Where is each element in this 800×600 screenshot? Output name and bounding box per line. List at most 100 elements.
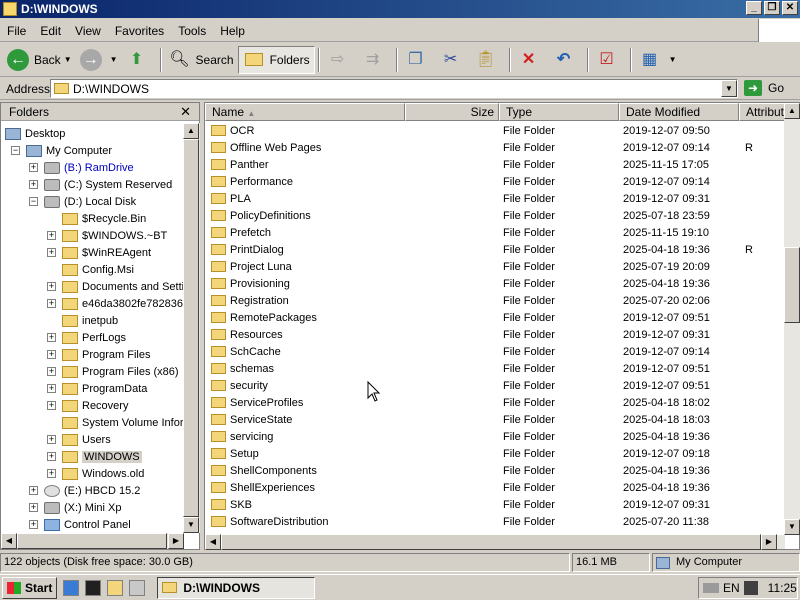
- tree-item[interactable]: + (B:) RamDrive: [29, 159, 134, 176]
- copy-button[interactable]: ❐: [401, 46, 436, 74]
- file-row[interactable]: Registration File Folder 2025-07-20 02:06: [205, 292, 785, 309]
- tree-item[interactable]: + Program Files: [47, 346, 150, 363]
- search-button[interactable]: 🔍︎ Search: [165, 46, 238, 74]
- tree-item[interactable]: + (X:) Mini Xp: [29, 499, 121, 516]
- up-folder-button[interactable]: ⬆: [122, 46, 157, 74]
- forward-dropdown-icon[interactable]: ▼: [110, 55, 118, 64]
- scroll-up-button[interactable]: ▲: [784, 103, 800, 119]
- delete-button[interactable]: ✕: [514, 46, 549, 74]
- scroll-right-button[interactable]: ▶: [761, 534, 777, 550]
- expand-button[interactable]: +: [29, 486, 38, 495]
- tree-item[interactable]: + (C:) System Reserved: [29, 176, 172, 193]
- file-row[interactable]: Provisioning File Folder 2025-04-18 19:36: [205, 275, 785, 292]
- tree-item[interactable]: − (D:) Local Disk: [29, 193, 136, 210]
- file-row[interactable]: servicing File Folder 2025-04-18 19:36: [205, 428, 785, 445]
- address-dropdown-button[interactable]: ▼: [721, 80, 737, 97]
- file-row[interactable]: ServiceState File Folder 2025-04-18 18:03: [205, 411, 785, 428]
- tree-item[interactable]: Config.Msi: [47, 261, 134, 278]
- properties-button[interactable]: ☑: [592, 46, 627, 74]
- menu-tools[interactable]: Tools: [171, 24, 213, 38]
- file-list-vertical-scrollbar[interactable]: ▲ ▼: [784, 103, 800, 535]
- tree-item[interactable]: + Control Panel: [29, 516, 131, 533]
- tree-item[interactable]: + WINDOWS: [47, 448, 142, 465]
- forward-button[interactable]: → ▼: [76, 46, 122, 74]
- tree-item[interactable]: Desktop: [5, 125, 65, 142]
- file-row[interactable]: Prefetch File Folder 2025-11-15 19:10: [205, 224, 785, 241]
- file-row[interactable]: SoftwareDistribution File Folder 2025-07-2…: [205, 513, 785, 530]
- expand-button[interactable]: +: [47, 401, 56, 410]
- expand-button[interactable]: +: [47, 384, 56, 393]
- scroll-thumb[interactable]: [221, 534, 761, 550]
- file-row[interactable]: PolicyDefinitions File Folder 2025-07-18 2…: [205, 207, 785, 224]
- network-icon[interactable]: [743, 581, 758, 595]
- tree-item[interactable]: + Users: [47, 431, 111, 448]
- file-row[interactable]: OCR File Folder 2019-12-07 09:50: [205, 122, 785, 139]
- file-row[interactable]: ShellComponents File Folder 2025-04-18 19:…: [205, 462, 785, 479]
- file-row[interactable]: Resources File Folder 2019-12-07 09:31: [205, 326, 785, 343]
- tree-item[interactable]: + Recovery: [47, 397, 128, 414]
- column-header-size[interactable]: Size: [405, 103, 499, 121]
- column-header-name[interactable]: Name ▲: [205, 103, 405, 121]
- tree-item[interactable]: + Program Files (x86): [47, 363, 179, 380]
- file-row[interactable]: Setup File Folder 2019-12-07 09:18: [205, 445, 785, 462]
- menu-help[interactable]: Help: [213, 24, 252, 38]
- file-row[interactable]: ShellExperiences File Folder 2025-04-18 19…: [205, 479, 785, 496]
- tree-item[interactable]: + e46da3802fe782836: [47, 295, 183, 312]
- start-button[interactable]: Start: [2, 576, 58, 599]
- scroll-down-button[interactable]: ▼: [183, 517, 199, 533]
- column-header-date[interactable]: Date Modified: [619, 103, 739, 121]
- tree-item[interactable]: System Volume Inform: [47, 414, 184, 431]
- expand-button[interactable]: +: [29, 180, 38, 189]
- file-row[interactable]: Offline Web Pages File Folder 2019-12-07 0…: [205, 139, 785, 156]
- expand-button[interactable]: +: [47, 231, 56, 240]
- file-row[interactable]: PLA File Folder 2019-12-07 09:31: [205, 190, 785, 207]
- tree-item[interactable]: + PerfLogs: [47, 329, 126, 346]
- expand-button[interactable]: +: [47, 452, 56, 461]
- expand-button[interactable]: +: [29, 163, 38, 172]
- tree-item[interactable]: + $WinREAgent: [47, 244, 151, 261]
- file-list-horizontal-scrollbar[interactable]: ◀ ▶: [205, 534, 785, 550]
- copy-to-button[interactable]: ⇉: [358, 46, 393, 74]
- go-button[interactable]: ➜ Go: [744, 80, 784, 96]
- folders-button[interactable]: Folders: [237, 45, 315, 74]
- file-row[interactable]: SKB File Folder 2019-12-07 09:31: [205, 496, 785, 513]
- file-row[interactable]: security File Folder 2019-12-07 09:51: [205, 377, 785, 394]
- expand-button[interactable]: +: [47, 350, 56, 359]
- file-row[interactable]: ServiceProfiles File Folder 2025-04-18 18:…: [205, 394, 785, 411]
- back-dropdown-icon[interactable]: ▼: [64, 55, 72, 64]
- scroll-left-button[interactable]: ◀: [205, 534, 221, 550]
- tree-item[interactable]: − My Computer: [11, 142, 112, 159]
- show-desktop-icon[interactable]: [129, 579, 146, 596]
- views-button[interactable]: ▦ ▼: [635, 46, 681, 74]
- column-header-type[interactable]: Type: [499, 103, 619, 121]
- explorer-icon[interactable]: [107, 579, 124, 596]
- tree-item[interactable]: + $WINDOWS.~BT: [47, 227, 167, 244]
- scroll-down-button[interactable]: ▼: [784, 519, 800, 535]
- close-pane-button[interactable]: ✕: [180, 104, 191, 120]
- expand-button[interactable]: +: [47, 282, 56, 291]
- expand-button[interactable]: +: [47, 333, 56, 342]
- expand-button[interactable]: +: [47, 469, 56, 478]
- file-row[interactable]: Panther File Folder 2025-11-15 17:05: [205, 156, 785, 173]
- paste-button[interactable]: 📋︎: [471, 46, 506, 74]
- taskbar-window-button[interactable]: D:\WINDOWS: [157, 576, 316, 599]
- scroll-thumb[interactable]: [183, 139, 199, 517]
- file-row[interactable]: Project Luna File Folder 2025-07-19 20:09: [205, 258, 785, 275]
- file-row[interactable]: PrintDialog File Folder 2025-04-18 19:36 R: [205, 241, 785, 258]
- language-indicator[interactable]: EN: [723, 581, 740, 595]
- address-input[interactable]: D:\WINDOWS ▼: [50, 79, 738, 98]
- minimize-button[interactable]: _: [746, 1, 762, 15]
- restore-button[interactable]: ❐: [764, 1, 780, 15]
- scroll-up-button[interactable]: ▲: [183, 123, 199, 139]
- collapse-button[interactable]: −: [11, 146, 20, 155]
- tree-vertical-scrollbar[interactable]: ▲ ▼: [183, 123, 200, 533]
- expand-button[interactable]: +: [47, 435, 56, 444]
- menu-file[interactable]: File: [0, 24, 33, 38]
- undo-button[interactable]: ↶: [549, 46, 584, 74]
- back-button[interactable]: ← Back ▼: [3, 46, 76, 74]
- tree-item[interactable]: inetpub: [47, 312, 118, 329]
- scroll-thumb[interactable]: [17, 533, 167, 549]
- menu-edit[interactable]: Edit: [33, 24, 68, 38]
- expand-button[interactable]: +: [29, 520, 38, 529]
- collapse-button[interactable]: −: [29, 197, 38, 206]
